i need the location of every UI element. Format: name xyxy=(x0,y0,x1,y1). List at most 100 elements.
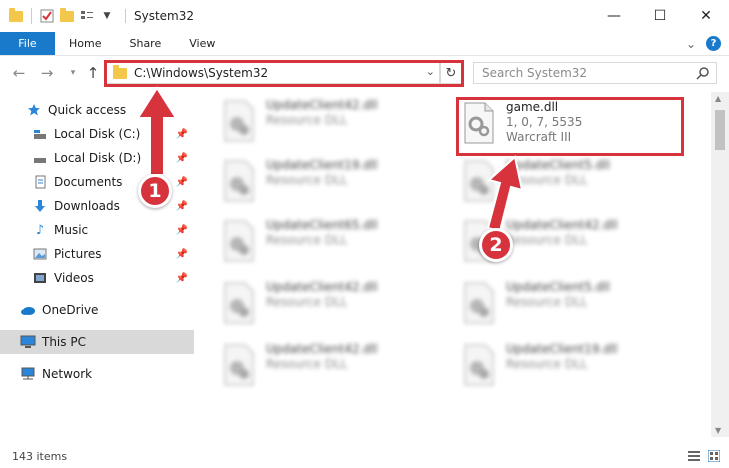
vertical-scrollbar[interactable]: ▲ ▼ xyxy=(711,92,729,437)
close-button[interactable]: ✕ xyxy=(683,0,729,32)
network-icon xyxy=(20,366,36,382)
sidebar-item-local-disk-d[interactable]: Local Disk (D:) 📌 xyxy=(0,146,194,170)
file-name: UpdateClient19.dll xyxy=(266,158,378,172)
dll-file-icon xyxy=(464,102,494,144)
computer-icon xyxy=(20,334,36,350)
details-view-icon[interactable] xyxy=(688,450,700,462)
search-input[interactable]: Search System32 xyxy=(473,62,717,84)
file-name: UpdateClient5.dll xyxy=(506,158,610,172)
file-tile[interactable]: UpdateClient19.dll Resource DLL xyxy=(462,342,692,398)
file-description: Resource DLL xyxy=(506,233,588,247)
sidebar-item-videos[interactable]: Videos 📌 xyxy=(0,266,194,290)
recent-locations-icon[interactable]: ▾ xyxy=(64,68,82,78)
file-name: UpdateClient5.dll xyxy=(506,280,610,294)
quick-access-toolbar: ▼ xyxy=(8,7,115,24)
expand-ribbon-icon[interactable]: ⌄ xyxy=(686,37,696,51)
sidebar-item-label: OneDrive xyxy=(42,303,99,317)
chevron-down-icon[interactable]: ⌄ xyxy=(426,65,435,78)
sidebar-item-quick-access[interactable]: Quick access xyxy=(0,98,194,122)
file-tile-game-dll[interactable]: game.dll 1, 0, 7, 5535 Warcraft III xyxy=(462,100,692,156)
back-arrow-icon[interactable]: ← xyxy=(10,64,28,82)
step-2-badge: 2 xyxy=(479,228,513,262)
sidebar-item-label: Network xyxy=(42,367,93,381)
file-description: Resource DLL xyxy=(506,173,588,187)
tab-home[interactable]: Home xyxy=(55,32,115,55)
file-name: UpdateClient42.dll xyxy=(266,342,378,356)
dll-file-icon xyxy=(464,282,494,324)
folder-icon xyxy=(112,64,128,81)
file-description: Resource DLL xyxy=(266,173,348,187)
drive-icon xyxy=(32,150,48,166)
window-title: System32 xyxy=(125,9,194,23)
file-tile[interactable]: UpdateClient42.dll Resource DLL xyxy=(222,98,452,154)
file-tile[interactable]: UpdateClient42.dll Resource DLL xyxy=(222,342,452,398)
navigation-pane: Quick access Local Disk (C:) 📌 Local Dis… xyxy=(0,96,200,436)
sidebar-item-pictures[interactable]: Pictures 📌 xyxy=(0,242,194,266)
help-icon[interactable]: ? xyxy=(706,36,721,51)
folder-icon xyxy=(8,7,24,24)
tab-view[interactable]: View xyxy=(175,32,229,55)
file-name: UpdateClient65.dll xyxy=(266,218,378,232)
refresh-button[interactable]: ↻ xyxy=(440,62,462,84)
step-1-badge: 1 xyxy=(138,174,172,208)
ribbon-tabs: File Home Share View ⌄ ? xyxy=(0,32,729,56)
pin-icon[interactable]: 📌 xyxy=(176,153,188,164)
new-folder-icon[interactable] xyxy=(59,7,75,24)
pictures-icon xyxy=(32,246,48,262)
pin-icon[interactable]: 📌 xyxy=(176,177,188,188)
dll-file-icon xyxy=(224,220,254,262)
minimize-button[interactable]: — xyxy=(591,0,637,32)
scroll-thumb[interactable] xyxy=(715,110,725,150)
pin-icon[interactable]: 📌 xyxy=(176,201,188,212)
file-tile[interactable]: UpdateClient5.dll Resource DLL xyxy=(462,158,692,214)
pin-icon[interactable]: 📌 xyxy=(176,249,188,260)
sidebar-item-local-disk-c[interactable]: Local Disk (C:) 📌 xyxy=(0,122,194,146)
scroll-up-icon[interactable]: ▲ xyxy=(715,94,721,103)
pin-icon[interactable]: 📌 xyxy=(176,129,188,140)
forward-arrow-icon[interactable]: → xyxy=(38,64,56,82)
address-bar[interactable]: C:\Windows\System32 ⌄ xyxy=(105,62,440,84)
sidebar-item-network[interactable]: Network xyxy=(0,362,194,386)
file-description: Resource DLL xyxy=(266,113,348,127)
tab-share[interactable]: Share xyxy=(115,32,175,55)
file-tile[interactable]: UpdateClient5.dll Resource DLL xyxy=(462,280,692,336)
file-name: UpdateClient42.dll xyxy=(506,218,618,232)
scroll-down-icon[interactable]: ▼ xyxy=(715,426,721,435)
sidebar-item-label: Local Disk (C:) xyxy=(54,127,141,141)
status-bar: 143 items xyxy=(0,444,729,468)
file-tile[interactable]: UpdateClient42.dll Resource DLL xyxy=(222,280,452,336)
up-arrow-icon[interactable]: ↑ xyxy=(84,64,102,82)
file-name: UpdateClient19.dll xyxy=(506,342,618,356)
search-icon xyxy=(696,67,709,80)
file-name: game.dll xyxy=(506,100,559,114)
star-icon xyxy=(26,102,42,118)
file-name: UpdateClient42.dll xyxy=(266,280,378,294)
dll-file-icon xyxy=(224,282,254,324)
file-list: UpdateClient42.dll Resource DLL UpdateCli… xyxy=(204,92,709,437)
file-tile[interactable]: UpdateClient65.dll Resource DLL xyxy=(222,218,452,274)
properties-icon[interactable] xyxy=(39,8,55,24)
address-path: C:\Windows\System32 xyxy=(134,66,269,80)
file-version: 1, 0, 7, 5535 xyxy=(506,115,583,129)
maximize-button[interactable]: ☐ xyxy=(637,0,683,32)
sidebar-item-music[interactable]: ♪ Music 📌 xyxy=(0,218,194,242)
tab-file[interactable]: File xyxy=(0,32,55,55)
sidebar-item-label: Music xyxy=(54,223,89,237)
title-bar: ▼ System32 — ☐ ✕ xyxy=(0,0,729,32)
tiles-view-icon[interactable] xyxy=(708,450,720,462)
file-tile[interactable]: UpdateClient19.dll Resource DLL xyxy=(222,158,452,214)
sidebar-item-label: Videos xyxy=(54,271,94,285)
sidebar-item-this-pc[interactable]: This PC xyxy=(0,330,194,354)
dll-file-icon xyxy=(224,160,254,202)
sidebar-item-label: Documents xyxy=(54,175,123,189)
customize-toolbar-icon[interactable]: ▼ xyxy=(99,8,115,24)
sidebar-item-label: Local Disk (D:) xyxy=(54,151,142,165)
divider xyxy=(31,8,32,24)
view-options-icon[interactable] xyxy=(79,8,95,24)
item-count: 143 items xyxy=(12,449,68,463)
pin-icon[interactable]: 📌 xyxy=(176,273,188,284)
search-placeholder: Search System32 xyxy=(482,66,588,80)
file-description: Resource DLL xyxy=(506,295,588,309)
pin-icon[interactable]: 📌 xyxy=(176,225,188,236)
sidebar-item-onedrive[interactable]: OneDrive xyxy=(0,298,194,322)
